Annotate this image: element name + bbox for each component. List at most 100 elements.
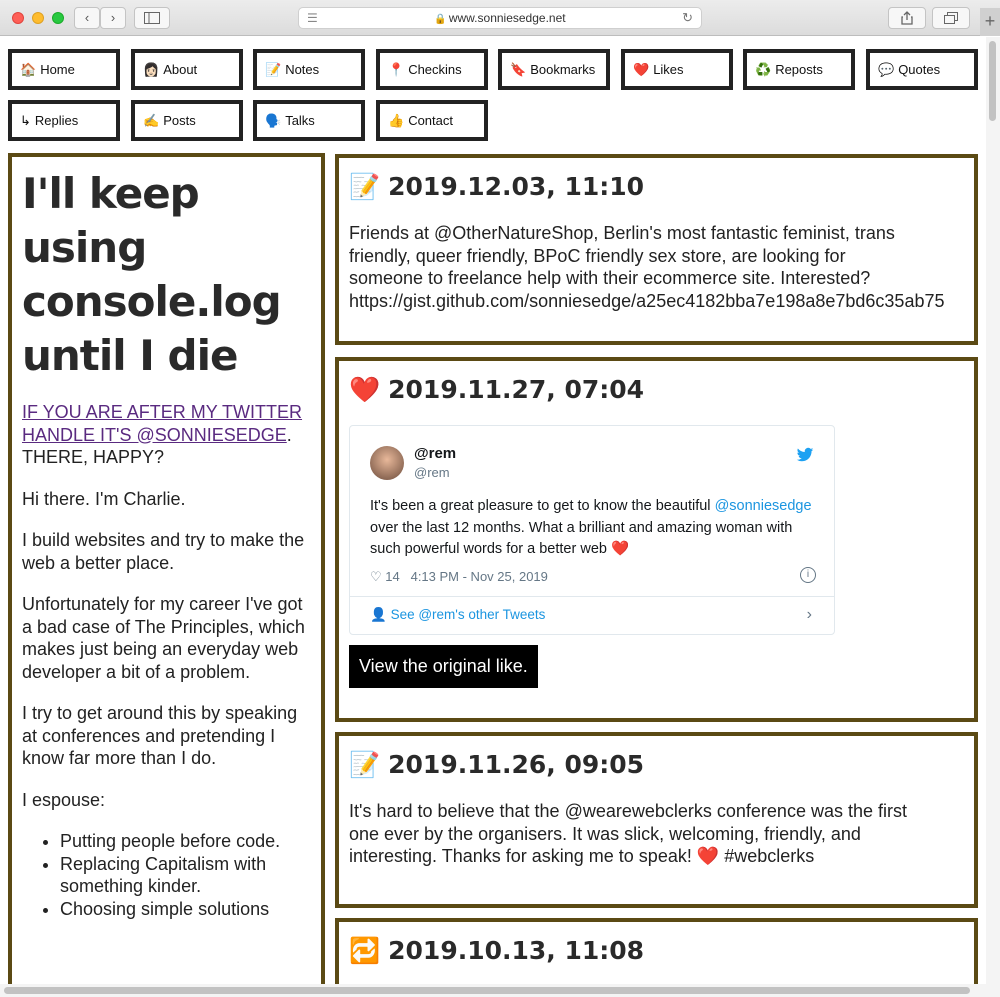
nav-label: About — [163, 62, 198, 77]
nav-quotes[interactable]: 💬 Quotes — [866, 49, 978, 90]
speech-bubble-icon: 💬 — [878, 62, 895, 77]
recycle-icon: ♻️ — [755, 62, 772, 77]
scrollbar-thumb[interactable] — [4, 987, 970, 994]
nav-label: Quotes — [898, 62, 941, 77]
see-other-tweets-link[interactable]: 👤 See @rem's other Tweets › — [350, 596, 834, 634]
nav-likes[interactable]: ❤️ Likes — [621, 49, 733, 90]
horizontal-scrollbar[interactable] — [0, 984, 986, 997]
list-item: Putting people before code. — [60, 830, 311, 853]
intro-paragraph: Hi there. I'm Charlie. — [22, 488, 186, 509]
vertical-scrollbar[interactable] — [986, 37, 1000, 997]
speaking-paragraph: I try to get around this by speaking at … — [22, 703, 298, 768]
post-title[interactable]: 📝 2019.11.26, 09:05 — [349, 750, 964, 780]
nav-label: Notes — [285, 62, 320, 77]
address-bar[interactable]: ☰ 🔒 www.sonniesedge.net ↻ — [298, 7, 702, 29]
nav-label: Contact — [408, 113, 453, 128]
post-body: It's hard to believe that the @wearewebc… — [349, 800, 964, 868]
minimize-window-button[interactable] — [32, 12, 44, 24]
twitter-bird-icon[interactable] — [796, 446, 814, 464]
lock-icon: 🔒 — [434, 14, 447, 25]
nav-replies[interactable]: ↳ Replies — [8, 100, 120, 141]
nav-checkins[interactable]: 📍 Checkins — [376, 49, 488, 90]
nav-contact[interactable]: 👍 Contact — [376, 100, 488, 141]
post-date: 2019.10.13, 11:08 — [388, 936, 645, 965]
post-date: 2019.12.03, 11:10 — [388, 172, 645, 201]
nav-home[interactable]: 🏠 Home — [8, 49, 120, 90]
tweet-text-part: over the last 12 months. What a brillian… — [370, 519, 793, 558]
scrollbar-thumb[interactable] — [989, 41, 996, 121]
nav-about[interactable]: 👩🏻 About — [131, 49, 243, 90]
nav-label: Posts — [163, 113, 196, 128]
repost-icon: 🔁 — [349, 936, 381, 965]
nav-talks[interactable]: 🗣️ Talks — [253, 100, 365, 141]
heart-icon: ❤️ — [349, 375, 381, 404]
post-link[interactable]: https://gist.github.com/sonniesedge/a25e… — [349, 290, 964, 313]
tweet-meta: ♡ 14 4:13 PM - Nov 25, 2019 i — [370, 567, 816, 585]
tweet-text: It's been a great pleasure to get to kno… — [370, 496, 820, 561]
post-title[interactable]: 📝 2019.12.03, 11:10 — [349, 172, 964, 202]
bookmark-icon: 🔖 — [510, 62, 527, 77]
url-text: www.sonniesedge.net — [448, 11, 566, 25]
info-icon[interactable]: i — [800, 567, 816, 583]
principles-paragraph: Unfortunately for my career I've got a b… — [22, 594, 305, 682]
avatar[interactable] — [370, 446, 404, 480]
post-title[interactable]: 🔁 2019.10.13, 11:08 — [349, 936, 964, 966]
post-line: friendly, queer friendly, BPoC friendly … — [349, 245, 846, 266]
share-icon — [901, 11, 913, 25]
nav-notes[interactable]: 📝 Notes — [253, 49, 365, 90]
post-line: Friends at @OtherNatureShop, Berlin's mo… — [349, 223, 895, 243]
chevron-left-icon: ‹ — [84, 10, 90, 25]
new-tab-button[interactable]: + — [980, 8, 1000, 36]
heart-outline-icon[interactable]: ♡ — [370, 569, 382, 584]
twitter-link[interactable]: IF YOU ARE AFTER MY TWITTER HANDLE IT'S … — [22, 402, 302, 445]
tweet-mention-link[interactable]: @sonniesedge — [715, 498, 812, 514]
nav-label: Bookmarks — [530, 62, 596, 77]
like-count[interactable]: 14 — [385, 569, 399, 584]
post-body: Friends at @OtherNatureShop, Berlin's mo… — [349, 222, 964, 312]
back-button[interactable]: ‹ — [74, 7, 100, 29]
embedded-tweet: @rem @rem It's been a great pleasure to … — [349, 425, 835, 635]
web-page: 🏠 Home 👩🏻 About 📝 Notes 📍 Checkins 🔖 Bookmark… — [0, 37, 986, 984]
reload-icon[interactable]: ↻ — [682, 8, 693, 28]
view-original-button[interactable]: View the original like. — [349, 645, 538, 688]
nav-label: Likes — [653, 62, 684, 77]
site-title: I'll keep using console.log until I die — [22, 169, 282, 380]
profile-sidebar: I'll keep using console.log until I die … — [8, 153, 325, 984]
tweet-timestamp[interactable]: 4:13 PM - Nov 25, 2019 — [411, 569, 548, 584]
nav-reposts[interactable]: ♻️ Reposts — [743, 49, 855, 90]
twitter-paragraph: IF YOU ARE AFTER MY TWITTER HANDLE IT'S … — [22, 401, 311, 469]
post-title[interactable]: ❤️ 2019.11.27, 07:04 — [349, 375, 964, 405]
reader-icon[interactable]: ☰ — [307, 8, 318, 28]
sidebar-icon — [144, 12, 160, 24]
forward-button[interactable]: › — [100, 7, 126, 29]
browser-toolbar: ‹ › ☰ 🔒 www.sonniesedge.net ↻ + — [0, 0, 1000, 36]
list-item: Replacing Capitalism with something kind… — [60, 853, 311, 898]
close-window-button[interactable] — [12, 12, 24, 24]
post-line: interesting. Thanks for asking me to spe… — [349, 846, 815, 866]
chevron-right-icon: › — [806, 606, 812, 623]
reply-arrow-icon: ↳ — [20, 113, 31, 128]
tweet-text-part: It's been a great pleasure to get to kno… — [370, 498, 715, 514]
nav-posts[interactable]: ✍️ Posts — [131, 100, 243, 141]
speaking-head-icon: 🗣️ — [265, 113, 282, 128]
tweet-author-name[interactable]: @rem — [414, 445, 456, 462]
memo-icon: 📝 — [349, 172, 381, 201]
share-button[interactable] — [888, 7, 926, 29]
thumbs-up-icon: 👍 — [388, 113, 405, 128]
heart-icon: ❤️ — [633, 62, 650, 77]
nav-label: Replies — [34, 113, 79, 128]
zoom-window-button[interactable] — [52, 12, 64, 24]
footer-label: See @rem's other Tweets — [390, 607, 546, 622]
show-tabs-button[interactable] — [932, 7, 970, 29]
post-line: It's hard to believe that the @wearewebc… — [349, 801, 907, 821]
tweet-author-handle[interactable]: @rem — [414, 465, 450, 480]
post-note: 📝 2019.12.03, 11:10 Friends at @OtherNatu… — [335, 154, 978, 345]
nav-bookmarks[interactable]: 🔖 Bookmarks — [498, 49, 610, 90]
sidebar-toggle-button[interactable] — [134, 7, 170, 29]
mission-paragraph: I build websites and try to make the web… — [22, 530, 305, 573]
post-note: 📝 2019.11.26, 09:05 It's hard to believe … — [335, 732, 978, 908]
post-line: one ever by the organisers. It was slick… — [349, 823, 861, 844]
memo-icon: 📝 — [265, 62, 282, 77]
person-icon: 👩🏻 — [143, 62, 160, 77]
plus-icon: + — [984, 11, 996, 31]
